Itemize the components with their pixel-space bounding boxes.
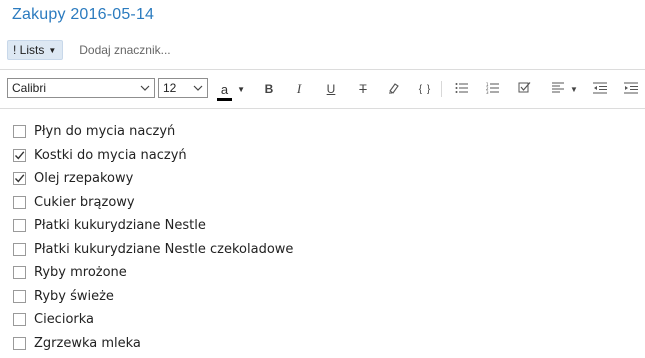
checkmark-icon: [14, 174, 25, 183]
svg-text:3: 3: [486, 90, 489, 94]
checkbox-unchecked[interactable]: [13, 336, 26, 350]
caret-down-icon: ▼: [237, 84, 246, 94]
note-title[interactable]: Zakupy 2016-05-14: [12, 6, 154, 24]
checklist-item-text[interactable]: Ryby mrożone: [34, 265, 127, 280]
font-family-select[interactable]: Calibri: [7, 78, 155, 98]
font-size-value: 12: [163, 81, 177, 95]
checklist-item-text[interactable]: Zgrzewka mleka: [34, 336, 141, 351]
checklist-item: Ryby świeże: [13, 285, 293, 309]
bulleted-list-button[interactable]: [454, 79, 470, 99]
tag-lists[interactable]: ! Lists ▼: [7, 40, 64, 60]
checkbox-unchecked[interactable]: [13, 313, 26, 327]
bulleted-list-icon: [455, 82, 469, 97]
checkbox-unchecked[interactable]: [13, 125, 26, 139]
checklist-item-text[interactable]: Kostki do mycia naczyń: [34, 148, 187, 163]
align-left-icon: [552, 82, 565, 96]
add-tag-input[interactable]: Dodaj znacznik...: [79, 43, 170, 57]
indent-icon: [624, 82, 638, 97]
checklist-item-text[interactable]: Cukier brązowy: [34, 195, 135, 210]
checklist-item: Olej rzepakowy: [13, 167, 293, 191]
outdent-button[interactable]: [592, 79, 608, 99]
code-button[interactable]: { }: [416, 79, 434, 99]
checklist-item: Płatki kukurydziane Nestle: [13, 214, 293, 238]
caret-down-icon: ▼: [48, 45, 57, 55]
checkbox-unchecked[interactable]: [13, 219, 26, 233]
checklist-item-text[interactable]: Płyn do mycia naczyń: [34, 124, 175, 139]
checkbox-unchecked[interactable]: [13, 242, 26, 256]
numbered-list-button[interactable]: 1 2 3: [485, 79, 501, 99]
checkbox-checked[interactable]: [13, 148, 26, 162]
numbered-list-icon: 1 2 3: [486, 82, 500, 97]
font-color-swatch: [216, 97, 233, 101]
checklist-item: Zgrzewka mleka: [13, 332, 293, 356]
checkbox-unchecked[interactable]: [13, 266, 26, 280]
checkbox-icon: [518, 81, 531, 97]
font-color-icon: a: [216, 83, 233, 101]
formatting-toolbar: Calibri 12 a ▼ B I U T { } 1 2 3 ▼: [0, 69, 645, 109]
checklist-item-text[interactable]: Płatki kukurydziane Nestle czekoladowe: [34, 242, 293, 257]
checklist-item: Ryby mrożone: [13, 261, 293, 285]
checkbox-unchecked[interactable]: [13, 195, 26, 209]
bold-button[interactable]: B: [262, 79, 276, 99]
checklist-item: Kostki do mycia naczyń: [13, 144, 293, 168]
font-family-value: Calibri: [12, 81, 47, 95]
checklist-item-text[interactable]: Płatki kukurydziane Nestle: [34, 218, 206, 233]
checkmark-icon: [14, 151, 25, 160]
outdent-icon: [593, 82, 607, 97]
indent-button[interactable]: [623, 79, 639, 99]
strikethrough-button[interactable]: T: [356, 79, 370, 99]
font-color-button[interactable]: a ▼: [216, 79, 250, 101]
highlighter-icon: [387, 81, 401, 98]
italic-button[interactable]: I: [292, 79, 306, 99]
chevron-down-icon: [140, 83, 150, 93]
align-button[interactable]: ▼: [550, 79, 580, 99]
checklist: Płyn do mycia naczyń Kostki do mycia nacz…: [13, 120, 293, 355]
tag-label: ! Lists: [13, 43, 45, 57]
highlighter-button[interactable]: [386, 79, 402, 99]
caret-down-icon: ▼: [570, 84, 578, 94]
checklist-item: Płatki kukurydziane Nestle czekoladowe: [13, 238, 293, 262]
checklist-item: Cieciorka: [13, 308, 293, 332]
checklist-button[interactable]: [516, 79, 532, 99]
checklist-item-text[interactable]: Cieciorka: [34, 312, 94, 327]
checklist-item-text[interactable]: Olej rzepakowy: [34, 171, 133, 186]
toolbar-divider: [441, 81, 442, 97]
font-size-select[interactable]: 12: [158, 78, 208, 98]
checklist-item: Płyn do mycia naczyń: [13, 120, 293, 144]
chevron-down-icon: [193, 83, 203, 93]
checklist-item: Cukier brązowy: [13, 191, 293, 215]
tag-bar: ! Lists ▼ Dodaj znacznik...: [7, 40, 171, 60]
checkbox-unchecked[interactable]: [13, 289, 26, 303]
checklist-item-text[interactable]: Ryby świeże: [34, 289, 114, 304]
checkbox-checked[interactable]: [13, 172, 26, 186]
underline-button[interactable]: U: [324, 79, 338, 99]
